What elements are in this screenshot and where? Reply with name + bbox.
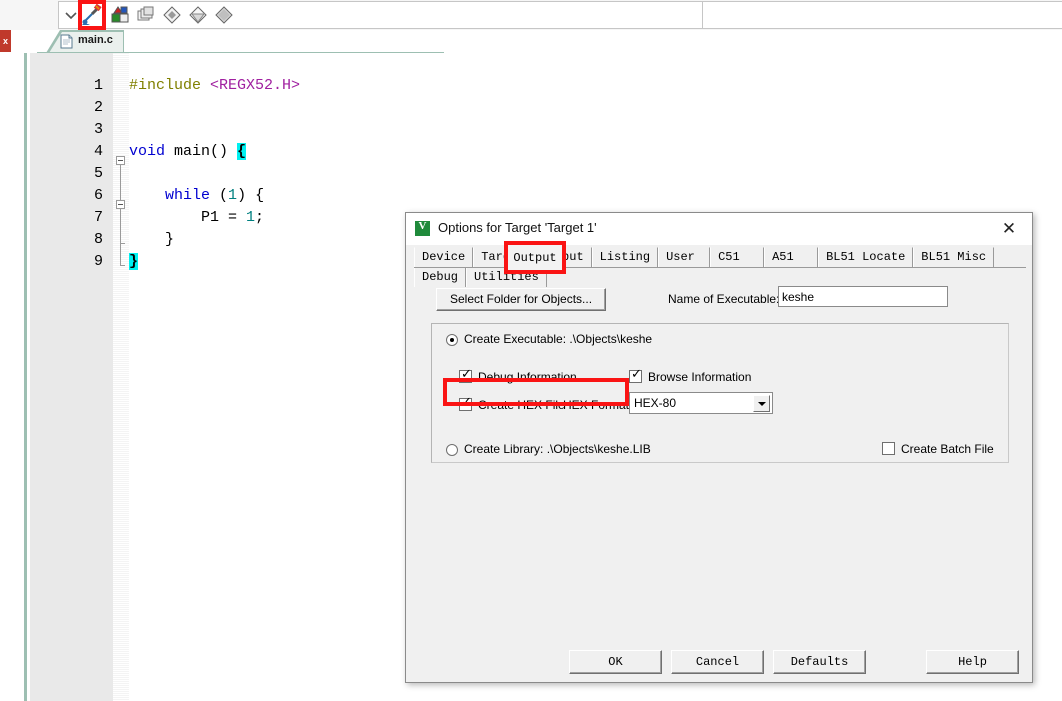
code-token: ) { — [237, 187, 265, 204]
code-frame: #include <REGX52.H> void main() { while (… — [24, 53, 431, 701]
code-line[interactable]: void main() { — [129, 141, 247, 163]
build-target-icon[interactable] — [82, 3, 102, 26]
line-number: 6 — [93, 187, 103, 204]
code-token: while — [165, 187, 211, 204]
fold-end-outer — [120, 265, 125, 266]
hex-format-value: HEX-80 — [634, 396, 677, 410]
output-tab-highlight-label[interactable]: Output — [508, 245, 562, 270]
name-of-executable-input[interactable]: keshe — [778, 286, 948, 307]
options-for-target-icon[interactable] — [110, 5, 130, 25]
create-batch-file-label: Create Batch File — [901, 442, 994, 456]
code-token: ; — [255, 209, 265, 226]
hex-format-combobox[interactable]: HEX-80 — [629, 392, 773, 414]
code-line[interactable]: P1 = 1; — [129, 207, 264, 229]
line-number: 5 — [93, 165, 103, 182]
select-folder-for-objects-button[interactable]: Select Folder for Objects... — [436, 288, 606, 311]
line-number: 1 — [93, 77, 103, 94]
code-token: 1 — [246, 209, 256, 226]
code-token: <REGX52.H> — [210, 77, 301, 94]
chevron-down-icon[interactable] — [753, 395, 770, 412]
line-number: 9 — [93, 253, 103, 270]
editor-tab-main-c[interactable]: main.c — [78, 34, 113, 46]
project-panel-tab-stub[interactable]: x — [0, 30, 11, 52]
dialog-tab-debug[interactable]: Debug — [414, 267, 467, 287]
code-token: P1 = — [129, 209, 247, 226]
create-batch-file-checkbox[interactable] — [882, 442, 895, 455]
target-selector-icon-3[interactable] — [214, 5, 234, 25]
line-number: 8 — [93, 231, 103, 248]
dialog-titlebar[interactable]: V Options for Target 'Target 1' ✕ — [406, 213, 1032, 245]
help-button[interactable]: Help — [926, 650, 1019, 674]
create-hex-file-highlight — [443, 378, 629, 406]
code-token: { — [237, 143, 247, 160]
name-of-executable-label: Name of Executable: — [668, 292, 780, 306]
code-token: ( — [210, 187, 229, 204]
fold-guide-inner — [120, 209, 121, 243]
browse-information-checkbox[interactable] — [629, 367, 643, 383]
uvision-app-icon: V — [415, 220, 430, 236]
app-root: x main.c #include <REGX52.H> void main() … — [0, 0, 1062, 701]
dialog-title: Options for Target 'Target 1' — [438, 220, 597, 235]
browse-information-label: Browse Information — [648, 370, 752, 384]
code-token: } — [129, 231, 175, 248]
dialog-tab-user[interactable]: User — [658, 247, 711, 267]
line-number: 7 — [93, 209, 103, 226]
close-icon[interactable]: ✕ — [992, 218, 1026, 240]
defaults-button[interactable]: Defaults — [773, 650, 866, 674]
fold-guide-outer — [120, 165, 121, 200]
code-text-area[interactable]: #include <REGX52.H> void main() { while (… — [129, 53, 431, 701]
code-token: #include — [129, 77, 211, 94]
document-icon — [60, 34, 73, 49]
line-number: 4 — [93, 143, 103, 160]
line-number: 3 — [93, 121, 103, 138]
code-token: main() — [165, 143, 238, 160]
code-token: 1 — [228, 187, 238, 204]
code-line[interactable]: #include <REGX52.H> — [129, 75, 300, 97]
editor-document-area: main.c #include <REGX52.H> void main() { … — [11, 30, 444, 701]
create-executable-radio[interactable] — [446, 334, 458, 346]
dialog-tab-listing[interactable]: Listing — [591, 247, 659, 267]
ok-button[interactable]: OK — [569, 650, 662, 674]
fold-margin — [113, 53, 129, 701]
dialog-tab-bl51-misc[interactable]: BL51 Misc — [913, 247, 995, 267]
dialog-tab-bl51-locate[interactable]: BL51 Locate — [818, 247, 914, 267]
uvision-icon-letter: V — [418, 220, 427, 232]
create-library-label: Create Library: .\Objects\keshe.LIB — [464, 442, 651, 456]
code-line[interactable]: while (1) { — [129, 185, 264, 207]
fold-guide-outer2 — [120, 243, 121, 265]
code-line[interactable]: } — [129, 251, 139, 273]
line-number: 2 — [93, 99, 103, 116]
cancel-button[interactable]: Cancel — [671, 650, 764, 674]
create-executable-label: Create Executable: .\Objects\keshe — [464, 332, 653, 346]
code-line[interactable]: } — [129, 229, 174, 251]
output-tab-highlight: Output — [504, 241, 566, 274]
toolbar-panel-right — [703, 1, 1062, 29]
code-token: void — [129, 143, 166, 160]
manage-project-items-icon[interactable] — [136, 5, 156, 25]
create-library-radio[interactable] — [446, 444, 458, 456]
dialog-tab-a51[interactable]: A51 — [764, 247, 819, 267]
target-selector-icon-1[interactable] — [162, 5, 182, 25]
editor-tabstrip: main.c — [24, 30, 444, 53]
dialog-tab-device[interactable]: Device — [414, 247, 474, 267]
code-token: } — [129, 253, 139, 270]
target-selector-icon-2[interactable] — [188, 5, 208, 25]
dialog-tab-c51[interactable]: C51 — [710, 247, 765, 267]
fold-marker-line6[interactable] — [116, 200, 125, 209]
options-for-target-dialog: V Options for Target 'Target 1' ✕ Device… — [405, 212, 1033, 683]
fold-marker-line4[interactable] — [116, 156, 125, 165]
